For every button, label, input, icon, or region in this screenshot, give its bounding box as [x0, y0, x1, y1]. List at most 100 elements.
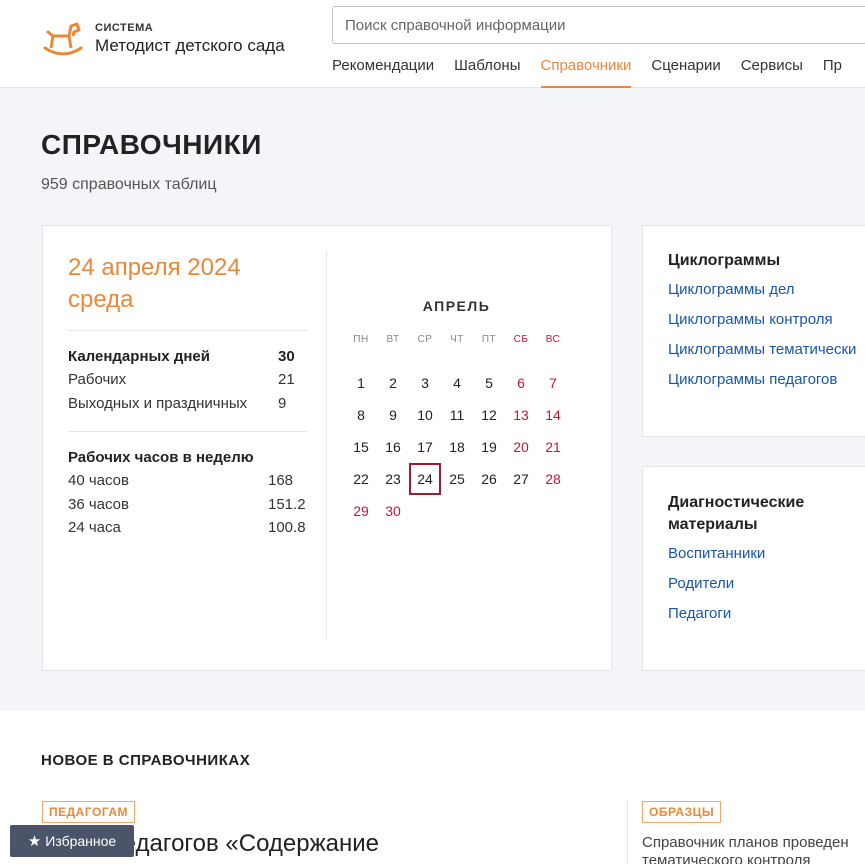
link-parents[interactable]: Родители: [668, 574, 865, 604]
stat-value: 21: [278, 371, 295, 388]
divider: [68, 431, 307, 432]
stat-value: 100.8: [268, 519, 306, 536]
diagnostics-title: Диагностические материалы: [668, 494, 805, 533]
calendar-day[interactable]: 29: [345, 495, 377, 527]
current-date-weekday: среда: [68, 286, 134, 313]
weekday-label: ЧТ: [450, 334, 464, 345]
calendar-day[interactable]: 9: [377, 399, 409, 431]
calendar-day[interactable]: 10: [409, 399, 441, 431]
calendar-day[interactable]: 7: [537, 367, 569, 399]
stat-hours-24: 24 часа 100.8: [68, 519, 308, 536]
calendar-day[interactable]: 17: [409, 431, 441, 463]
calendar-day[interactable]: 30: [377, 495, 409, 527]
calendar-day[interactable]: 13: [505, 399, 537, 431]
weekday-label: ПН: [353, 334, 369, 345]
calendar-day[interactable]: 8: [345, 399, 377, 431]
link-pupils[interactable]: Воспитанники: [668, 544, 865, 574]
stat-label: Выходных и праздничных: [68, 395, 248, 412]
cyclograms-title: Циклограммы: [668, 252, 781, 269]
badge-teachers[interactable]: ПЕДАГОГАМ: [42, 801, 136, 823]
stat-value: 151.2: [268, 496, 306, 513]
article-title-2[interactable]: Справочник планов проведен тематического…: [642, 834, 865, 864]
stat-hours-40: 40 часов 168: [68, 472, 308, 489]
nav-item-templates[interactable]: Шаблоны: [454, 56, 520, 88]
stat-label: 36 часов: [68, 496, 129, 513]
calendar-day[interactable]: 28: [537, 463, 569, 495]
calendar-week: 29 30: [345, 495, 569, 527]
calendar-day[interactable]: 12: [473, 399, 505, 431]
badge-samples[interactable]: ОБРАЗЦЫ: [642, 801, 722, 823]
calendar-empty: [409, 495, 441, 527]
calendar-day[interactable]: 16: [377, 431, 409, 463]
star-icon: ★: [27, 833, 42, 850]
calendar-empty: [473, 495, 505, 527]
weekday-label: СР: [417, 334, 433, 345]
calendar-day[interactable]: 27: [505, 463, 537, 495]
calendar-day[interactable]: 15: [345, 431, 377, 463]
link-cyclogram-teachers[interactable]: Циклограммы педагогов: [668, 370, 865, 400]
nav-item-services[interactable]: Сервисы: [741, 56, 803, 88]
site-header: СИСТЕМА Методист детского сада Рекоменда…: [0, 0, 865, 88]
calendar-day[interactable]: 14: [537, 399, 569, 431]
calendar-day[interactable]: 3: [409, 367, 441, 399]
calendar-week: 8 9 10 11 12 13 14: [345, 399, 569, 431]
stat-value: 30: [278, 348, 295, 365]
calendar-day-today[interactable]: 24: [409, 463, 441, 495]
search-box: [332, 6, 865, 44]
search-input[interactable]: [333, 7, 865, 43]
logo-big-text: Методист детского сада: [95, 36, 285, 55]
calendar-day[interactable]: 23: [377, 463, 409, 495]
divider-vertical: [627, 800, 628, 864]
current-date-day: 24 апреля 2024: [68, 254, 241, 281]
logo-small-text: СИСТЕМА: [95, 22, 154, 34]
weekday-label: ВТ: [386, 334, 400, 345]
diagnostics-card: Диагностические материалы Воспитанники Р…: [642, 466, 865, 671]
main-nav: Рекомендации Шаблоны Справочники Сценари…: [332, 56, 862, 88]
calendar-empty: [537, 495, 569, 527]
logo[interactable]: СИСТЕМА Методист детского сада: [41, 18, 285, 62]
favorites-button[interactable]: ★ Избранное: [10, 825, 134, 857]
calendar-day[interactable]: 18: [441, 431, 473, 463]
stat-holidays: Выходных и праздничных 9: [68, 395, 308, 412]
calendar-day[interactable]: 5: [473, 367, 505, 399]
weekday-label: ВС: [545, 334, 561, 345]
nav-item-recommendations[interactable]: Рекомендации: [332, 56, 434, 88]
calendar-day[interactable]: 2: [377, 367, 409, 399]
link-cyclogram-thematic[interactable]: Циклограммы тематически: [668, 340, 865, 370]
new-section-title: НОВОЕ В СПРАВОЧНИКАХ: [41, 752, 251, 769]
link-cyclogram-control[interactable]: Циклограммы контроля: [668, 310, 865, 340]
nav-item-more[interactable]: Пр: [823, 56, 842, 88]
stat-calendar-days: Календарных дней 30: [68, 348, 308, 365]
calendar-week: 15 16 17 18 19 20 21: [345, 431, 569, 463]
divider: [68, 330, 307, 331]
nav-item-scenarios[interactable]: Сценарии: [651, 56, 720, 88]
calendar-day[interactable]: 20: [505, 431, 537, 463]
rocking-horse-icon: [43, 22, 83, 56]
page-subtitle: 959 справочных таблиц: [41, 176, 217, 193]
calendar-day[interactable]: 6: [505, 367, 537, 399]
calendar-day[interactable]: 1: [345, 367, 377, 399]
stat-label: Календарных дней: [68, 348, 210, 365]
stat-hours-36: 36 часов 151.2: [68, 496, 308, 513]
link-teachers[interactable]: Педагоги: [668, 604, 865, 634]
calendar-day[interactable]: 26: [473, 463, 505, 495]
calendar-day[interactable]: 21: [537, 431, 569, 463]
current-date: 24 апреля 2024 среда: [68, 252, 241, 316]
calendar-day[interactable]: 11: [441, 399, 473, 431]
calendar-grid: ПН ВТ СР ЧТ ПТ СБ ВС 1 2 3 4 5 6 7 8 9 10 11 12 13 14 15 16 17…: [345, 334, 569, 527]
weekday-header: ПН ВТ СР ЧТ ПТ СБ ВС: [345, 334, 569, 345]
hours-title-label: Рабочих часов в неделю: [68, 449, 254, 466]
favorites-label: Избранное: [45, 833, 117, 849]
calendar-day[interactable]: 25: [441, 463, 473, 495]
stat-working-days: Рабочих 21: [68, 371, 308, 388]
calendar-day[interactable]: 4: [441, 367, 473, 399]
calendar-weeks: 1 2 3 4 5 6 7 8 9 10 11 12 13 14 15 16 17 18 19 20 21 22 23 24 2…: [345, 367, 569, 527]
link-cyclogram-tasks[interactable]: Циклограммы дел: [668, 280, 865, 310]
calendar-day[interactable]: 22: [345, 463, 377, 495]
cyclograms-card: Циклограммы Циклограммы дел Циклограммы …: [642, 225, 865, 437]
stat-value: 168: [268, 472, 294, 489]
weekday-label: СБ: [513, 334, 529, 345]
calendar-day[interactable]: 19: [473, 431, 505, 463]
nav-item-references[interactable]: Справочники: [540, 56, 632, 88]
page-title: СПРАВОЧНИКИ: [41, 129, 262, 160]
